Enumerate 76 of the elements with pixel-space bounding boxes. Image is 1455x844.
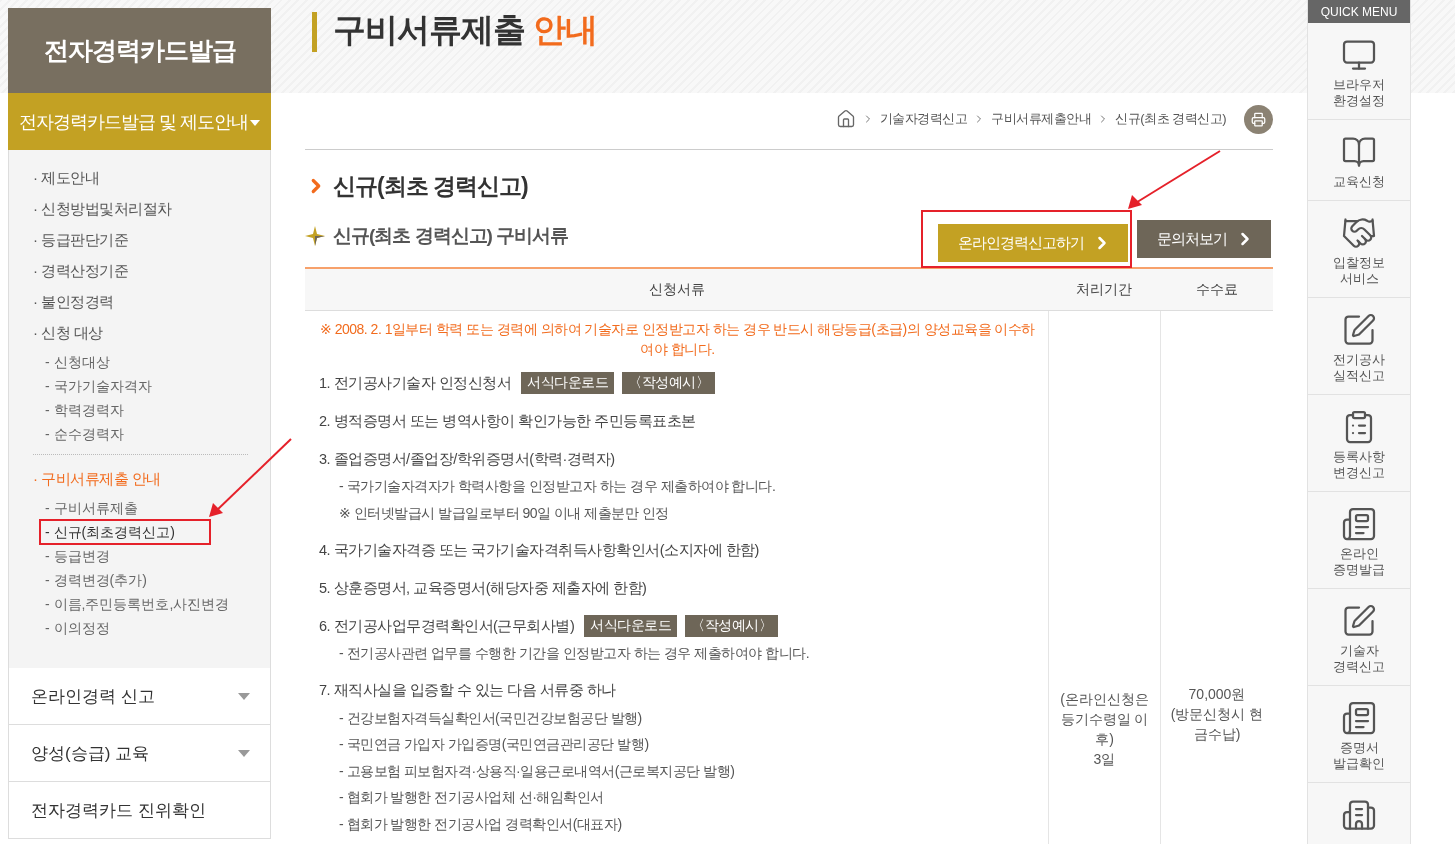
quick-menu-item[interactable]: 등록사항 변경신고 xyxy=(1308,395,1410,492)
column-header: 수수료 xyxy=(1160,269,1273,311)
handshake-icon xyxy=(1341,215,1377,251)
sparkle-icon xyxy=(305,225,325,246)
document-note: - 협회가 발행한 전기공사업 경력확인서(대표자) xyxy=(338,814,623,834)
accordion-item[interactable]: 전자경력카드 진위확인 xyxy=(8,782,271,839)
accordion-item[interactable]: 양성(승급) 교육 xyxy=(8,725,271,782)
site-title: 전자경력카드발급 xyxy=(8,8,271,93)
caret-icon xyxy=(238,749,250,757)
submenu-item[interactable]: - 이의정정 xyxy=(41,617,114,639)
document-item: 2. 병적증명서 또는 병역사항이 확인가능한 주민등록표초본 xyxy=(319,411,696,431)
submenu-item[interactable]: - 신청대상 xyxy=(41,351,114,373)
quick-menu-item[interactable]: 브라우저 환경설정 xyxy=(1308,23,1410,120)
document-note: - 국가기술자격자가 학력사항을 인정받고자 하는 경우 제출하여야 합니다. xyxy=(338,477,777,496)
document-note: - 고용보험 피보험자격·상용직·일용근로내역서(근로복지공단 발행) xyxy=(338,761,736,781)
quick-menu-item[interactable]: 증명서 발급확인 xyxy=(1308,686,1410,783)
section-heading: 신규(최초 경력신고) xyxy=(333,172,528,200)
document-note: - 협회가 발행한 전기공사업체 선·해임확인서 xyxy=(338,788,605,807)
download-link[interactable]: 서식다운로드 xyxy=(521,372,615,394)
submenu-item[interactable]: - 순수경력자 xyxy=(41,423,128,445)
quick-menu-item[interactable]: 전기공사 실적신고 xyxy=(1308,298,1410,395)
quick-menu-item[interactable]: 입찰정보 서비스 xyxy=(1308,201,1410,298)
document-note: - 건강보험자격득실확인서(국민건강보험공단 발행) xyxy=(338,708,643,728)
breadcrumb-link[interactable]: 기술자경력신고 xyxy=(879,110,968,128)
edit-icon xyxy=(1341,312,1377,348)
quick-menu-item[interactable]: 교육신청 xyxy=(1308,120,1410,201)
quick-menu-item[interactable]: 온라인 증명발급 xyxy=(1308,492,1410,589)
document-item: 7. 재직사실을 입증할 수 있는 다음 서류중 하나 xyxy=(319,681,616,700)
breadcrumb-link[interactable]: 신규(최초 경력신고) xyxy=(1115,110,1226,128)
fee-text: (방문신청시 현금수납) xyxy=(1169,705,1265,744)
quick-menu-item[interactable]: 기술자 경력신고 xyxy=(1308,589,1410,686)
column-header: 처리기간 xyxy=(1048,269,1160,311)
breadcrumb-link[interactable]: 구비서류제출안내 xyxy=(991,110,1092,128)
edit-icon xyxy=(1341,603,1377,639)
quick-menu-title: QUICK MENU xyxy=(1308,0,1410,23)
building-icon xyxy=(1341,797,1377,833)
notice-text: ※ 2008. 2. 1일부터 학력 또는 경력에 의하여 기술자로 인정받고자 하는 경우 반드시 해당등급(초급)의 양성교육을 이수하여야 합니다. xyxy=(319,320,1036,359)
menu-item[interactable]: · 신청 대상 xyxy=(33,317,270,348)
download-link[interactable]: 〈작성예시〉 xyxy=(622,372,716,394)
menu-item[interactable]: · 신청방법및처리절차 xyxy=(33,193,270,224)
submenu-item[interactable]: - 경력변경(추가) xyxy=(41,569,151,591)
menu-item[interactable]: · 경력산정기준 xyxy=(33,255,270,286)
menu-item[interactable]: · 등급판단기준 xyxy=(33,224,270,255)
column-header: 신청서류 xyxy=(305,269,1048,311)
document-item: 6. 전기공사업무경력확인서(근무회사별) xyxy=(319,616,575,636)
period-text: 3일 xyxy=(1093,750,1116,769)
menu-item[interactable]: · 불인정경력 xyxy=(33,286,270,317)
submenu-item[interactable]: - 국가기술자격자 xyxy=(41,375,156,397)
action-button[interactable]: 문의처보기 xyxy=(1137,220,1271,258)
submenu-item[interactable]: - 구비서류제출 xyxy=(41,497,142,519)
submenu-item[interactable]: - 학력경력자 xyxy=(41,399,128,421)
document-item: 4. 국가기술자격증 또는 국가기술자격취득사항확인서(소지자에 한함) xyxy=(319,540,759,560)
document-note: - 국민연금 가입자 가입증명(국민연금관리공단 발행) xyxy=(338,735,650,754)
submenu-item[interactable]: - 이름,주민등록번호,사진변경 xyxy=(41,593,234,615)
subsection-heading: 신규(최초 경력신고) 구비서류 xyxy=(333,223,569,248)
menu-item[interactable]: · 제도안내 xyxy=(33,162,270,193)
document-item: 1. 전기공사기술자 인정신청서 xyxy=(319,373,512,393)
document-note: - 전기공사관련 업무를 수행한 기간을 인정받고자 하는 경우 제출하여야 합니다. xyxy=(338,644,811,663)
page-title: 구비서류제출 안내 xyxy=(333,10,598,50)
download-link[interactable]: 〈작성예시〉 xyxy=(685,615,779,637)
home-icon[interactable] xyxy=(835,109,856,129)
printer-icon xyxy=(1251,111,1266,127)
document-item: 5. 상훈증명서, 교육증명서(해당자중 제출자에 한함) xyxy=(319,578,647,598)
accordion-item[interactable]: 온라인경력 신고 xyxy=(8,668,271,725)
document-icon xyxy=(1341,700,1377,736)
period-text: (온라인신청은 등기수령일 이후) xyxy=(1059,690,1150,749)
fee-text: 70,000원 xyxy=(1188,685,1246,704)
document-icon xyxy=(1341,506,1377,542)
monitor-icon xyxy=(1341,37,1377,73)
caret-icon xyxy=(238,692,250,700)
submenu-item[interactable]: - 신규(최초경력신고) xyxy=(41,521,179,543)
document-item: 3. 졸업증명서/졸업장/학위증명서(학력·경력자) xyxy=(319,449,615,469)
document-note: ※ 인터넷발급시 발급일로부터 90일 이내 제출분만 인정 xyxy=(338,503,670,523)
download-link[interactable]: 서식다운로드 xyxy=(584,615,678,637)
print-button[interactable] xyxy=(1244,104,1273,134)
submenu-item[interactable]: - 등급변경 xyxy=(41,545,114,567)
